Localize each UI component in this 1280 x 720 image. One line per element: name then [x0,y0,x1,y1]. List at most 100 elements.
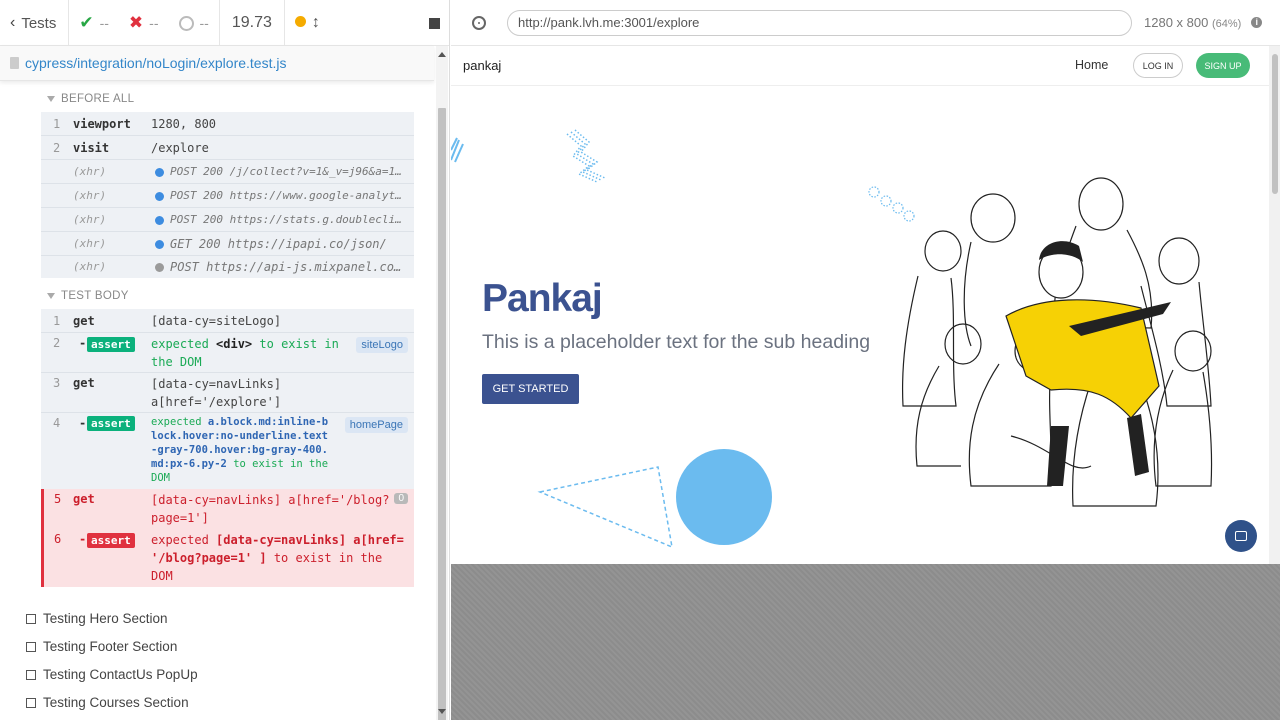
suite-item[interactable]: Testing Courses Section [26,695,189,710]
xhr-row[interactable]: (xhr) GET 200 https://ipapi.co/json/ [41,232,414,256]
hero-title: Pankaj [482,277,603,320]
xhr-label: (xhr) [73,189,107,202]
failed-value: -- [149,15,159,31]
zoom-level: (64%) [1211,18,1242,30]
assert-row[interactable]: 4 - assert expected a.block.md:inline-bl… [41,413,414,489]
stripe-decoration [451,137,464,163]
xhr-row[interactable]: (xhr) POST 200 /j/collect?v=1&_v=j96&a=1… [41,160,414,184]
scroll-up-arrow-icon[interactable] [438,52,446,57]
dotted-zigzag-decoration [566,129,606,183]
auto-scroll-toggle[interactable]: ↕ [294,14,320,32]
reporter-scrollbar[interactable] [436,46,448,720]
suite-title: Testing Footer Section [43,639,178,654]
chat-icon[interactable] [1225,520,1257,552]
command-name: viewport [73,117,131,131]
pending-count: -- [169,0,219,46]
command-message: [data-cy=navLinks] a[href='/blog?page=1'… [151,493,390,525]
xhr-message: POST 200 /j/collect?v=1&_v=j96&a=1309... [170,165,408,178]
suite-item[interactable]: Testing Footer Section [26,639,177,654]
command-message: [data-cy=navLinks] a[href='/explore'] [151,377,282,409]
expected-text: expected [151,337,209,351]
scroll-down-arrow-icon[interactable] [438,709,446,714]
xhr-row[interactable]: (xhr) POST 200 https://www.google-analyt… [41,184,414,208]
suite-title: Testing Hero Section [43,611,168,626]
tests-label: Tests [21,14,57,32]
alias-tag[interactable]: siteLogo [356,337,408,353]
status-dot-icon [155,215,164,225]
duration: 19.73 [218,0,285,46]
alias-tag[interactable]: homePage [344,417,408,433]
command-row[interactable]: 1 viewport 1280, 800 [41,112,414,136]
file-icon [10,57,19,69]
command-row[interactable]: 1 get [data-cy=siteLogo] [41,309,414,333]
assert-row[interactable]: 2 - assert expected <div> to exist in th… [41,333,414,373]
command-number: 3 [53,376,61,390]
crosshair-icon [472,15,486,30]
xhr-message: POST 200 https://stats.g.doubleclick.... [170,213,408,226]
hook-before-all[interactable]: BEFORE ALL [47,93,134,105]
expected-text: expected [151,533,209,547]
command-number: 2 [53,141,61,155]
hook-title: TEST BODY [61,290,129,302]
command-row[interactable]: 2 visit /explore [41,136,414,160]
status-dot-icon [155,263,164,272]
assert-badge: assert [87,533,135,548]
assert-target: <div> [216,337,253,351]
app-under-test: pankaj Home LOG IN SIGN UP Pankaj This i… [451,46,1269,564]
command-name: get [73,492,95,506]
xhr-row[interactable]: (xhr) POST https://api-js.mixpanel.co... [41,256,414,278]
xhr-row[interactable]: (xhr) POST 200 https://stats.g.doublecli… [41,208,414,232]
command-row[interactable]: 3 get [data-cy=navLinks] a[href='/explor… [41,373,414,413]
pending-value: -- [199,15,209,31]
checkbox-icon [26,641,36,652]
pending-icon [178,15,194,31]
xhr-label: (xhr) [73,213,107,226]
checkbox-icon [26,613,36,624]
xhr-label: (xhr) [73,260,107,273]
viewport-dimensions: 1280 x 800 [1144,15,1209,30]
stop-icon[interactable] [429,17,440,29]
hero-subtitle: This is a placeholder text for the sub h… [482,331,871,353]
assert-dash: - [79,532,87,546]
viewport-size: 1280 x 800 (64%) [1144,15,1241,30]
failed-count: ✖ -- [119,0,169,46]
spec-path-bar: cypress/integration/noLogin/explore.test… [0,46,434,81]
command-list: BEFORE ALL 1 viewport 1280, 800 2 visit … [0,82,434,720]
dotted-circles-decoration [868,186,915,222]
aut-scrollbar[interactable] [1269,46,1280,564]
assert-dash: - [79,416,87,430]
failed-command-row[interactable]: 5 get [data-cy=navLinks] a[href='/blog?p… [41,489,414,529]
xhr-label: (xhr) [73,237,107,250]
get-started-button[interactable]: GET STARTED [482,374,579,404]
failed-assert-row[interactable]: 6 - assert expected [data-cy=navLinks] a… [41,529,414,587]
xhr-message: GET 200 https://ipapi.co/json/ [170,237,387,251]
tests-button[interactable]: ‹ Tests [0,0,70,46]
command-number: 6 [54,532,62,546]
run-controls: ↕ [285,0,449,46]
passed-value: -- [99,15,109,31]
command-number: 1 [53,117,61,131]
scrollbar-thumb[interactable] [438,108,446,720]
suite-item[interactable]: Testing Hero Section [26,611,168,626]
command-message: /explore [151,141,209,155]
checkbox-icon [26,697,36,708]
selector-playground-button[interactable] [451,15,507,30]
caret-down-icon [47,293,55,299]
xhr-label: (xhr) [73,165,107,178]
hook-test-body[interactable]: TEST BODY [47,290,129,302]
status-dot-icon [294,16,306,27]
command-number: 2 [53,336,61,350]
command-number: 1 [53,314,61,328]
suite-item[interactable]: Testing ContactUs PopUp [26,667,198,682]
stats-bar: ‹ Tests ✔ -- ✖ -- -- 19.73 ↕ [0,0,449,46]
info-icon[interactable]: i [1251,17,1263,28]
spec-path-link[interactable]: cypress/integration/noLogin/explore.test… [25,55,286,71]
command-number: 5 [54,492,62,506]
assert-dash: - [79,336,87,350]
xhr-message: POST https://api-js.mixpanel.co... [170,260,408,274]
scrollbar-thumb[interactable] [1272,54,1278,194]
yellow-jacket-figure [1005,241,1171,486]
checkbox-icon [26,669,36,680]
suite-title: Testing Courses Section [43,695,189,710]
url-bar[interactable]: http://pank.lvh.me:3001/explore [507,9,1132,36]
